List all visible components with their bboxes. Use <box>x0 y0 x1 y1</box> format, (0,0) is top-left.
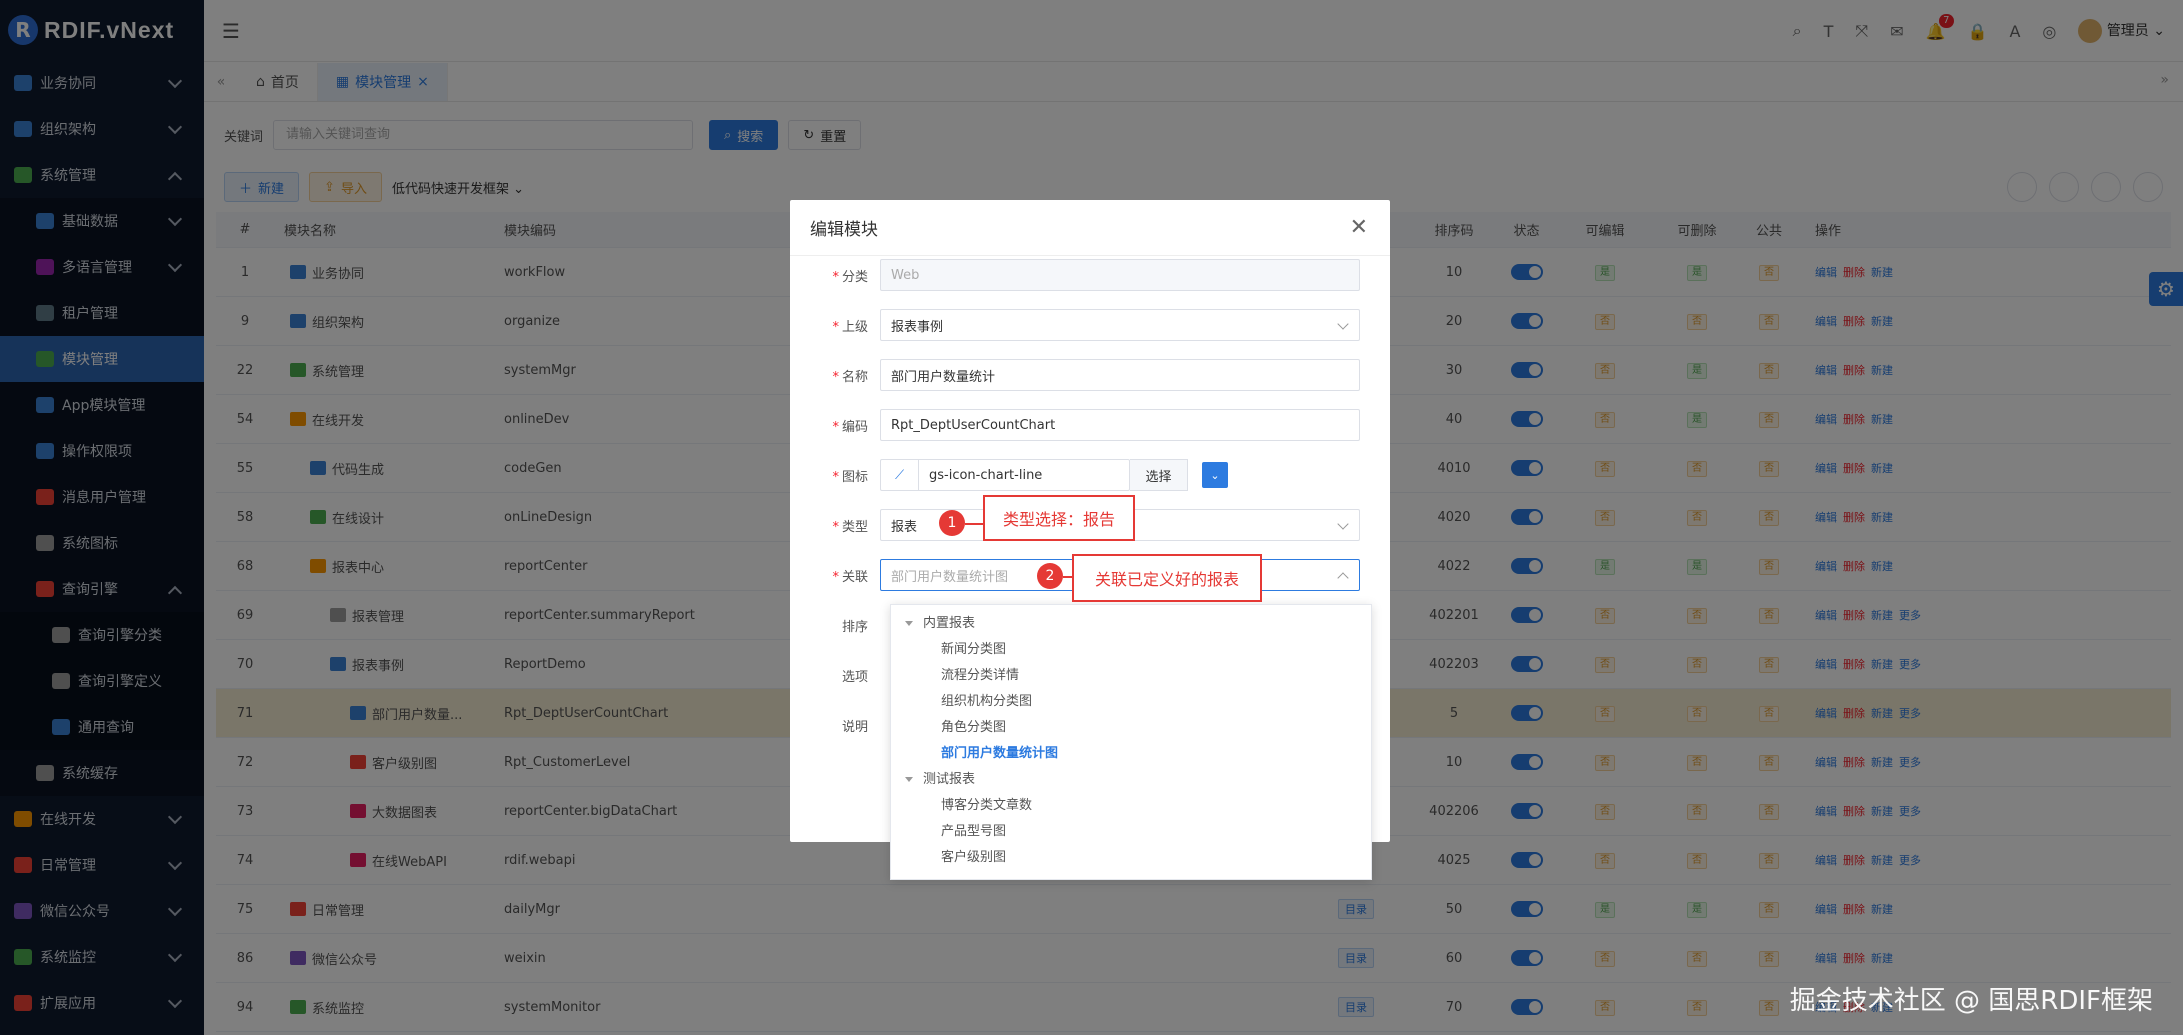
tree-item[interactable]: 产品型号图 <box>891 819 1371 845</box>
icon-field[interactable]: ⟋ gs-icon-chart-line <box>880 459 1130 491</box>
code-label: * 编码 <box>832 419 868 435</box>
annotation-2-number: 2 <box>1037 563 1063 589</box>
name-field[interactable]: 部门用户数量统计 <box>880 359 1360 391</box>
tree-group-label: 测试报表 <box>923 772 976 787</box>
category-field: Web <box>880 259 1360 291</box>
sort-label: 排序 <box>841 619 868 635</box>
chevron-down-icon <box>1337 318 1349 330</box>
tree-item[interactable]: 客户级别图 <box>891 845 1371 871</box>
code-field[interactable]: Rpt_DeptUserCountChart <box>880 409 1360 441</box>
tree-item[interactable]: 博客分类文章数 <box>891 793 1371 819</box>
parent-value: 报表事例 <box>891 319 944 335</box>
tree-group-label: 内置报表 <box>923 616 976 631</box>
form-row-icon: * 图标 ⟋ gs-icon-chart-line 选择 ⌄ <box>790 458 1390 492</box>
close-icon[interactable]: ✕ <box>1350 217 1368 239</box>
type-value: 报表 <box>891 519 918 535</box>
annotation-1-connector <box>965 523 983 525</box>
tree-item[interactable]: 流程分类详情 <box>891 663 1371 689</box>
caret-down-icon <box>905 777 913 782</box>
link-placeholder: 部门用户数量统计图 <box>891 569 1009 585</box>
parent-select[interactable]: 报表事例 <box>880 309 1360 341</box>
tree-group[interactable]: 内置报表 <box>891 611 1371 637</box>
form-row-category: * 分类 Web <box>790 258 1390 292</box>
chevron-down-icon <box>1337 518 1349 530</box>
annotation-1-number: 1 <box>939 510 965 536</box>
report-tree-dropdown: 内置报表新闻分类图 流程分类详情 组织机构分类图 角色分类图 部门用户数量统计图测试报表… <box>890 604 1372 880</box>
form-row-code: * 编码 Rpt_DeptUserCountChart <box>790 408 1390 442</box>
annotation-1-box: 类型选择：报告 <box>983 495 1135 541</box>
desc-label: 说明 <box>841 719 868 735</box>
tree-item[interactable]: 组织机构分类图 <box>891 689 1371 715</box>
tree-item[interactable]: 角色分类图 <box>891 715 1371 741</box>
dialog-title: 编辑模块 <box>790 200 1390 256</box>
tree-item[interactable]: 新闻分类图 <box>891 637 1371 663</box>
icon-select-button[interactable]: 选择 <box>1130 459 1188 491</box>
app-root: R RDIF.vNext 业务协同组织架构系统管理基础数据多语言管理租户管理模块… <box>0 0 2183 1035</box>
form-row-parent: * 上级 报表事例 <box>790 308 1390 342</box>
link-label: * 关联 <box>832 569 868 585</box>
parent-label: * 上级 <box>832 319 868 335</box>
report-tree: 内置报表新闻分类图 流程分类详情 组织机构分类图 角色分类图 部门用户数量统计图测试报表… <box>891 605 1371 871</box>
color-picker[interactable]: ⌄ <box>1202 462 1228 488</box>
icon-value: gs-icon-chart-line <box>929 467 1043 483</box>
tree-group[interactable]: 测试报表 <box>891 767 1371 793</box>
chart-line-icon: ⟋ <box>881 460 919 490</box>
form-row-name: * 名称 部门用户数量统计 <box>790 358 1390 392</box>
annotation-2-box: 关联已定义好的报表 <box>1072 554 1262 602</box>
chevron-up-icon <box>1337 572 1349 584</box>
watermark: 掘金技术社区 @ 国思RDIF框架 <box>1789 986 2153 1016</box>
type-label: * 类型 <box>832 519 868 535</box>
category-label: * 分类 <box>832 269 868 285</box>
caret-down-icon <box>905 621 913 626</box>
tree-item[interactable]: 部门用户数量统计图 <box>891 741 1371 767</box>
icon-label: * 图标 <box>832 469 868 485</box>
options-label: 选项 <box>841 669 868 685</box>
name-label: * 名称 <box>832 369 868 385</box>
